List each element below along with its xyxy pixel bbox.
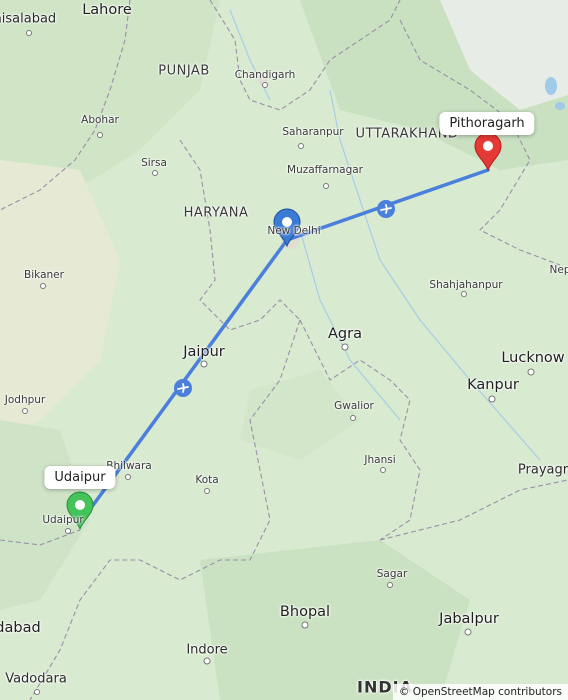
- destination-callout[interactable]: Pithoragarh: [439, 112, 535, 135]
- origin-callout[interactable]: Udaipur: [44, 466, 116, 489]
- place-label: Abohar: [81, 114, 119, 126]
- place-label: Agra: [328, 326, 362, 342]
- place-label: Sagar: [376, 568, 408, 580]
- place-label: Nep: [549, 264, 568, 276]
- map-attribution[interactable]: © OpenStreetMap contributors: [392, 684, 568, 700]
- place-label: dabad: [0, 620, 41, 636]
- place-label: Jabalpur: [439, 611, 499, 627]
- place-label: Jodhpur: [4, 394, 46, 406]
- place-label: Lucknow: [501, 350, 565, 366]
- place-label: Bhopal: [279, 604, 331, 620]
- place-label: Udaipur: [42, 514, 84, 526]
- map-canvas[interactable]: Lahore aisalabad PUNJAB Chandigarh Aboha…: [0, 0, 568, 700]
- place-label: Vadodara: [5, 671, 67, 687]
- destination-marker-pin: [474, 132, 502, 172]
- place-label: Jaipur: [183, 344, 225, 360]
- place-label: Saharanpur: [282, 126, 344, 138]
- airplane-icon: [377, 200, 395, 218]
- place-label: Chandigarh: [234, 69, 296, 81]
- place-label: Shahjahanpur: [429, 279, 503, 291]
- place-label: Sirsa: [141, 157, 167, 169]
- place-label: aisalabad: [0, 11, 57, 27]
- route-layer: [22, 30, 535, 695]
- place-label: Bikaner: [24, 269, 64, 281]
- place-label: Prayagr: [517, 462, 568, 478]
- place-label: Jhansi: [364, 454, 396, 466]
- place-label: Kanpur: [467, 377, 519, 393]
- region-label: HARYANA: [183, 205, 249, 221]
- place-label: Lahore: [82, 2, 132, 18]
- region-label: PUNJAB: [158, 63, 210, 79]
- copyright-icon: ©: [398, 686, 410, 698]
- place-label: New Delhi: [267, 225, 321, 237]
- place-label: Muzaffarnagar: [287, 164, 363, 176]
- place-label: Indore: [186, 642, 228, 658]
- place-label: Gwalior: [334, 400, 374, 412]
- airplane-icon: [174, 379, 192, 397]
- place-label: Kota: [195, 474, 219, 486]
